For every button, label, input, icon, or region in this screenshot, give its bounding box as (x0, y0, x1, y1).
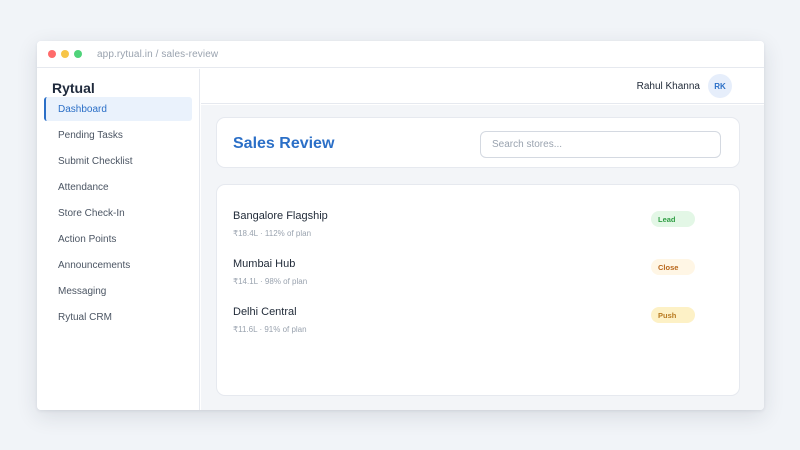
top-bar: Rahul Khanna RK (201, 69, 764, 104)
minimize-window-icon[interactable] (61, 50, 69, 58)
store-meta: ₹18.4L · 112% of plan (233, 229, 312, 238)
sidebar-item-action-points[interactable]: Action Points (44, 227, 192, 251)
browser-window: app.rytual.in / sales-review Rytual Dash… (37, 41, 764, 410)
status-badge: Close (651, 259, 695, 275)
list-item[interactable]: Delhi Central ₹11.6L · 91% of plan Push (233, 306, 713, 346)
sidebar-item-messaging[interactable]: Messaging (44, 279, 192, 303)
status-badge: Lead (651, 211, 695, 227)
maximize-window-icon[interactable] (74, 50, 82, 58)
page-header-card: Sales Review (216, 117, 740, 168)
sidebar-item-announcements[interactable]: Announcements (44, 253, 192, 277)
store-meta: ₹11.6L · 91% of plan (233, 325, 307, 334)
sidebar-nav: Dashboard Pending Tasks Submit Checklist… (44, 97, 192, 331)
browser-titlebar: app.rytual.in / sales-review (37, 41, 764, 68)
brand-logo-text: Rytual (52, 80, 95, 96)
status-badge: Push (651, 307, 695, 323)
store-meta: ₹14.1L · 98% of plan (233, 277, 308, 286)
store-name: Bangalore Flagship (233, 210, 328, 222)
address-bar-url[interactable]: app.rytual.in / sales-review (97, 49, 218, 60)
close-window-icon[interactable] (48, 50, 56, 58)
list-item[interactable]: Mumbai Hub ₹14.1L · 98% of plan Close (233, 258, 713, 298)
page-title: Sales Review (233, 135, 335, 152)
main-content: Sales Review Bangalore Flagship ₹18.4L ·… (201, 105, 764, 410)
sidebar-item-rytual-crm[interactable]: Rytual CRM (44, 305, 192, 329)
list-item[interactable]: Bangalore Flagship ₹18.4L · 112% of plan… (233, 210, 713, 250)
search-input[interactable] (480, 131, 721, 158)
store-name: Mumbai Hub (233, 258, 296, 270)
sidebar-item-attendance[interactable]: Attendance (44, 175, 192, 199)
user-name[interactable]: Rahul Khanna (637, 81, 700, 92)
sidebar-item-submit-checklist[interactable]: Submit Checklist (44, 149, 192, 173)
store-name: Delhi Central (233, 306, 297, 318)
sidebar: Rytual Dashboard Pending Tasks Submit Ch… (37, 69, 200, 410)
avatar[interactable]: RK (708, 74, 732, 98)
sidebar-item-pending-tasks[interactable]: Pending Tasks (44, 123, 192, 147)
store-list-card: Bangalore Flagship ₹18.4L · 112% of plan… (216, 184, 740, 396)
sidebar-item-dashboard[interactable]: Dashboard (44, 97, 192, 121)
sidebar-item-store-check-in[interactable]: Store Check-In (44, 201, 192, 225)
